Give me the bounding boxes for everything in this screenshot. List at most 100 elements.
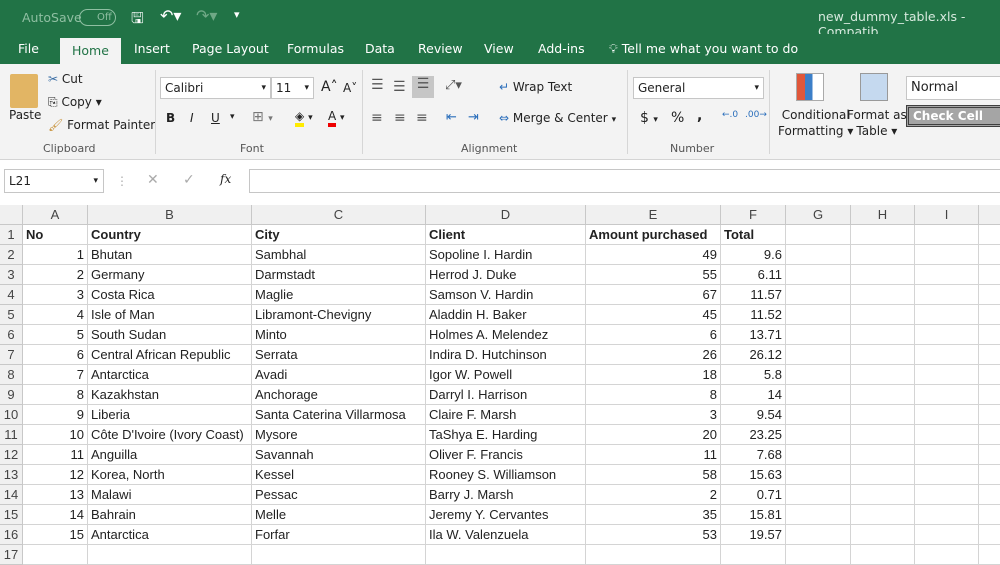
cell[interactable]: 35 [586, 505, 721, 525]
header-cell[interactable]: Client [426, 225, 586, 245]
conditional-formatting-button[interactable]: Conditional Formatting ▾ [778, 107, 853, 139]
cell[interactable] [915, 445, 979, 465]
header-cell[interactable] [786, 225, 851, 245]
cell[interactable]: Herrod J. Duke [426, 265, 586, 285]
cell[interactable] [915, 485, 979, 505]
header-cell[interactable]: No [23, 225, 88, 245]
cell[interactable]: Anguilla [88, 445, 252, 465]
column-header[interactable]: B [88, 205, 252, 225]
select-all-corner[interactable] [0, 205, 23, 225]
cell[interactable]: 1 [23, 245, 88, 265]
cell[interactable]: Costa Rica [88, 285, 252, 305]
cell[interactable] [786, 245, 851, 265]
cell[interactable] [252, 545, 426, 565]
cell[interactable]: 15.63 [721, 465, 786, 485]
align-left-icon[interactable]: ≡ [371, 110, 383, 126]
cell[interactable]: 19.57 [721, 525, 786, 545]
cell[interactable]: Anchorage [252, 385, 426, 405]
cell[interactable] [851, 385, 915, 405]
cell[interactable]: 9 [23, 405, 88, 425]
cell[interactable]: Aladdin H. Baker [426, 305, 586, 325]
cell[interactable]: Santa Caterina Villarmosa [252, 405, 426, 425]
cell[interactable]: 7 [23, 365, 88, 385]
align-bottom-icon[interactable]: ☰ [412, 76, 434, 98]
cell[interactable] [915, 385, 979, 405]
format-painter-button[interactable]: 🖌︎ Format Painter [48, 118, 155, 132]
cell[interactable] [915, 365, 979, 385]
cell[interactable] [721, 545, 786, 565]
cell[interactable]: Darmstadt [252, 265, 426, 285]
column-header[interactable]: D [426, 205, 586, 225]
cell[interactable] [851, 285, 915, 305]
header-cell[interactable]: Total [721, 225, 786, 245]
cell[interactable] [979, 385, 1000, 405]
cell[interactable]: Maglie [252, 285, 426, 305]
underline-button[interactable]: U [211, 111, 220, 125]
header-cell[interactable]: Amount purchased [586, 225, 721, 245]
cell[interactable] [979, 345, 1000, 365]
decrease-font-icon[interactable]: A˅ [343, 81, 357, 95]
cell[interactable]: South Sudan [88, 325, 252, 345]
cell[interactable] [786, 365, 851, 385]
cell[interactable]: Claire F. Marsh [426, 405, 586, 425]
orientation-icon[interactable]: ⤢▾ [445, 78, 462, 93]
cell[interactable] [915, 465, 979, 485]
cell[interactable]: Holmes A. Melendez [426, 325, 586, 345]
cell[interactable] [851, 405, 915, 425]
cell[interactable] [786, 445, 851, 465]
cell[interactable]: 12 [23, 465, 88, 485]
row-header[interactable]: 3 [0, 265, 23, 285]
copy-button[interactable]: ⎘ Copy ▾ [48, 95, 102, 110]
cell[interactable] [851, 265, 915, 285]
cell[interactable]: Bahrain [88, 505, 252, 525]
cell[interactable]: Barry J. Marsh [426, 485, 586, 505]
cell[interactable] [23, 545, 88, 565]
cell[interactable] [786, 465, 851, 485]
column-header[interactable]: E [586, 205, 721, 225]
decrease-indent-icon[interactable]: ⇤ [446, 110, 457, 125]
cell[interactable]: 6 [23, 345, 88, 365]
row-header[interactable]: 1 [0, 225, 23, 245]
cell[interactable]: Germany [88, 265, 252, 285]
cell[interactable] [786, 425, 851, 445]
style-normal[interactable]: Normal [906, 76, 1000, 100]
cell[interactable] [786, 525, 851, 545]
cell[interactable] [979, 505, 1000, 525]
cell[interactable] [979, 465, 1000, 485]
paste-icon[interactable] [10, 74, 38, 108]
cell[interactable] [851, 445, 915, 465]
paste-button[interactable]: Paste [9, 108, 41, 122]
cell[interactable]: 8 [586, 385, 721, 405]
cell[interactable] [786, 345, 851, 365]
cell[interactable]: 2 [23, 265, 88, 285]
customize-toolbar-icon[interactable]: ▾ [234, 8, 240, 21]
cell[interactable] [915, 325, 979, 345]
row-header[interactable]: 6 [0, 325, 23, 345]
cell[interactable] [979, 545, 1000, 565]
cell[interactable] [915, 505, 979, 525]
cell[interactable]: 15 [23, 525, 88, 545]
wrap-text-button[interactable]: ↵ Wrap Text [499, 80, 572, 94]
cell[interactable]: Liberia [88, 405, 252, 425]
row-header[interactable]: 17 [0, 545, 23, 565]
cell[interactable] [851, 245, 915, 265]
cell[interactable] [979, 485, 1000, 505]
conditional-formatting-icon[interactable] [796, 73, 824, 101]
cell[interactable] [915, 425, 979, 445]
cell[interactable] [979, 265, 1000, 285]
cell[interactable]: Antarctica [88, 365, 252, 385]
column-header[interactable] [979, 205, 1000, 225]
cell[interactable] [586, 545, 721, 565]
cell[interactable]: Minto [252, 325, 426, 345]
cell[interactable]: Melle [252, 505, 426, 525]
cell[interactable]: Mysore [252, 425, 426, 445]
cell[interactable]: Libramont-Chevigny [252, 305, 426, 325]
header-cell[interactable] [915, 225, 979, 245]
cell[interactable]: 9.54 [721, 405, 786, 425]
cell[interactable]: 6.11 [721, 265, 786, 285]
tab-add-ins[interactable]: Add-ins [538, 34, 585, 64]
cell[interactable]: Sambhal [252, 245, 426, 265]
cell[interactable]: 53 [586, 525, 721, 545]
tab-review[interactable]: Review [418, 34, 463, 64]
cell[interactable] [786, 545, 851, 565]
